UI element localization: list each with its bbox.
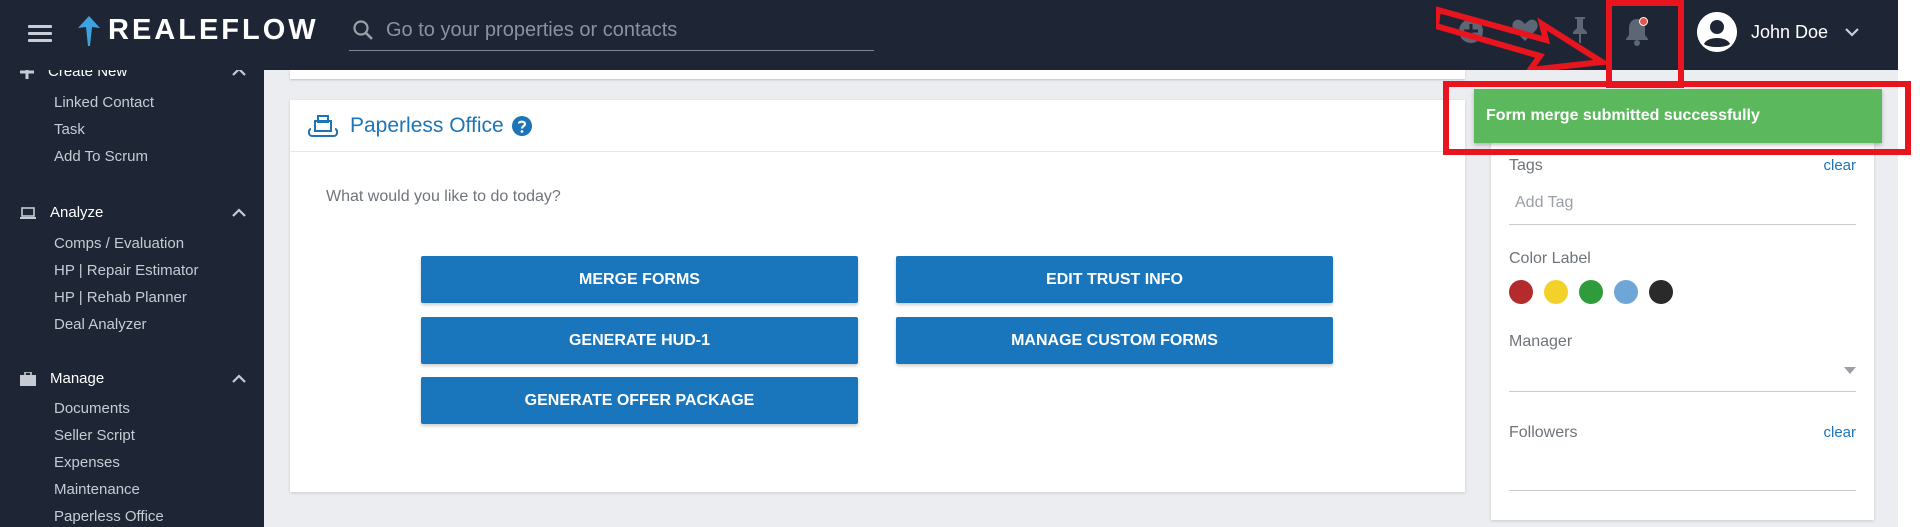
sidebar: Create New Linked Contact Task Add To Sc… [0, 70, 264, 527]
user-avatar-icon [1697, 12, 1737, 52]
chevron-down-icon[interactable] [1844, 27, 1860, 37]
prompt-text: What would you like to do today? [326, 188, 561, 205]
avatar [1697, 12, 1737, 52]
followers-input[interactable] [1509, 490, 1856, 491]
paperless-office-icon [308, 114, 338, 137]
search-icon [353, 20, 373, 40]
sidebar-item-expenses[interactable]: Expenses [54, 454, 120, 471]
followers-label: Followers [1509, 424, 1578, 441]
color-swatch-blue[interactable] [1614, 280, 1638, 304]
sidebar-item-linked-contact[interactable]: Linked Contact [54, 94, 154, 111]
sidebar-item-rehab-planner[interactable]: HP | Rehab Planner [54, 289, 187, 306]
sidebar-section-title: Manage [50, 370, 105, 387]
sidebar-section-create-new[interactable]: Create New [20, 70, 246, 80]
chevron-up-icon[interactable] [232, 374, 246, 383]
sidebar-item-maintenance[interactable]: Maintenance [54, 481, 140, 498]
color-label-heading: Color Label [1509, 250, 1591, 267]
dropdown-arrow-icon[interactable] [1844, 367, 1856, 374]
sidebar-item-documents[interactable]: Documents [54, 400, 130, 417]
sidebar-section-title: Analyze [50, 204, 104, 221]
sidebar-section-analyze[interactable]: Analyze [20, 204, 246, 221]
card-header: Paperless Office [290, 100, 1465, 152]
tag-input-underline [1509, 224, 1856, 225]
sidebar-item-comps-evaluation[interactable]: Comps / Evaluation [54, 235, 184, 252]
scrollbar-track[interactable] [1898, 0, 1920, 527]
generate-offer-package-button[interactable]: GENERATE OFFER PACKAGE [421, 377, 858, 424]
add-tag-input[interactable]: Add Tag [1515, 194, 1573, 212]
user-menu[interactable]: John Doe [1697, 12, 1860, 52]
annotation-arrow-icon [1436, 6, 1606, 70]
details-panel: Tags clear Add Tag Color Label Manager F… [1491, 100, 1874, 520]
card-title: Paperless Office [350, 113, 504, 137]
plus-icon [20, 70, 34, 79]
logo-arrow-icon [78, 15, 100, 46]
laptop-icon [20, 206, 36, 219]
tags-clear-link[interactable]: clear [1823, 157, 1856, 174]
help-icon[interactable] [511, 115, 532, 136]
tags-label: Tags [1509, 157, 1543, 174]
hamburger-menu-icon[interactable] [28, 25, 52, 43]
annotation-box-bell [1606, 0, 1684, 88]
sidebar-item-paperless-office[interactable]: Paperless Office [54, 508, 164, 525]
color-swatch-black[interactable] [1649, 280, 1673, 304]
manage-custom-forms-button[interactable]: MANAGE CUSTOM FORMS [896, 317, 1333, 364]
sidebar-section-title: Create New [48, 70, 128, 80]
sidebar-item-repair-estimator[interactable]: HP | Repair Estimator [54, 262, 199, 279]
sidebar-item-add-to-scrum[interactable]: Add To Scrum [54, 148, 148, 165]
logo[interactable]: REALEFLOW [78, 14, 319, 47]
color-swatch-green[interactable] [1579, 280, 1603, 304]
annotation-box-toast [1443, 81, 1911, 155]
sidebar-item-deal-analyzer[interactable]: Deal Analyzer [54, 316, 147, 333]
sidebar-section-manage[interactable]: Manage [20, 370, 246, 387]
user-name: John Doe [1751, 21, 1829, 42]
color-swatch-red[interactable] [1509, 280, 1533, 304]
previous-card [290, 70, 1465, 79]
followers-clear-link[interactable]: clear [1823, 424, 1856, 441]
color-swatch-yellow[interactable] [1544, 280, 1568, 304]
search-bar[interactable]: Go to your properties or contacts [349, 10, 874, 51]
chevron-up-icon[interactable] [232, 70, 246, 76]
generate-hud-1-button[interactable]: GENERATE HUD-1 [421, 317, 858, 364]
paperless-office-card: Paperless Office What would you like to … [290, 100, 1465, 492]
edit-trust-info-button[interactable]: EDIT TRUST INFO [896, 256, 1333, 303]
search-input[interactable]: Go to your properties or contacts [386, 19, 677, 42]
sidebar-item-seller-script[interactable]: Seller Script [54, 427, 135, 444]
briefcase-icon [20, 371, 36, 386]
merge-forms-button[interactable]: MERGE FORMS [421, 256, 858, 303]
chevron-up-icon[interactable] [232, 208, 246, 217]
logo-text: REALEFLOW [108, 14, 319, 46]
manager-select[interactable] [1509, 391, 1856, 392]
manager-label: Manager [1509, 333, 1573, 350]
sidebar-item-task[interactable]: Task [54, 121, 85, 138]
